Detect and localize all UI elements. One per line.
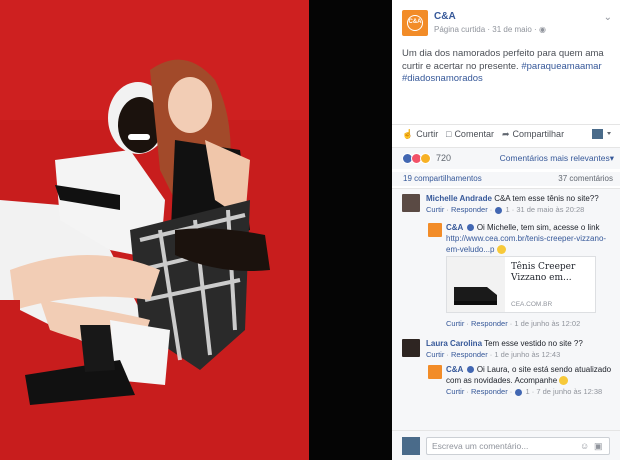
comment-text: Oi Michelle, tem sim, acesse o link: [476, 223, 600, 232]
photo-illustration: [0, 0, 309, 460]
post-header: C&A C&A Página curtida · 31 de maio · ◉ …: [402, 10, 612, 38]
comment-time[interactable]: 1 de junho às 12:43: [494, 350, 560, 359]
comment-text: C&A tem esse tênis no site??: [494, 194, 599, 203]
avatar[interactable]: [402, 194, 420, 212]
comment-time[interactable]: 7 de junho às 12:38: [536, 387, 602, 396]
like-icon: ☝: [402, 129, 414, 139]
comment-meta: Curtir · Responder · 1 de junho às 12:43: [426, 350, 561, 359]
verified-icon: [466, 224, 474, 232]
reply-item: C&A Oi Michelle, tem sim, acesse o link …: [428, 222, 614, 332]
comment-author[interactable]: Michelle Andrade: [426, 194, 492, 203]
share-button[interactable]: ➦ Compartilhar: [502, 129, 564, 140]
comment-reply-link[interactable]: Responder: [451, 350, 488, 359]
action-bar: ☝ Curtir □ Comentar ➦ Compartilhar: [392, 124, 620, 144]
avatar[interactable]: [428, 223, 442, 237]
share-label: Compartilhar: [512, 129, 565, 139]
globe-icon: ◉: [538, 25, 546, 34]
comment-reply-link[interactable]: Responder: [471, 387, 508, 396]
reply-item: C&A Oi Laura, o site está sendo atualiza…: [428, 364, 614, 420]
comment-meta: Curtir · Responder · 1 · 7 de junho às 1…: [446, 387, 603, 396]
share-icon: ➦: [502, 129, 510, 139]
comment-like-link[interactable]: Curtir: [446, 387, 464, 396]
comment-reply-link[interactable]: Responder: [471, 319, 508, 328]
page-avatar[interactable]: C&A: [402, 10, 428, 36]
comment-like-link[interactable]: Curtir: [426, 205, 444, 214]
comment-sort-label: Comentários mais relevantes: [499, 153, 610, 163]
share-as-page-button[interactable]: [592, 128, 614, 140]
link-preview-image: [447, 257, 505, 312]
comment-sort-dropdown[interactable]: Comentários mais relevantes▾: [500, 153, 614, 164]
chevron-down-icon: ▾: [609, 153, 614, 163]
page-name-link[interactable]: C&A: [434, 11, 456, 22]
emoji-icon: [559, 376, 569, 386]
link-preview-domain: CEA.COM.BR: [511, 301, 553, 308]
comment-author[interactable]: C&A: [446, 365, 463, 374]
post-message: Um dia dos namorados perfeito para quem …: [402, 48, 610, 86]
comment-time[interactable]: 31 de maio às 20:28: [516, 205, 584, 214]
like-count-icon: [515, 388, 523, 396]
post-panel: C&A C&A Página curtida · 31 de maio · ◉ …: [392, 0, 620, 460]
comment-button[interactable]: □ Comentar: [446, 129, 494, 139]
photo-viewer-gap: [309, 0, 392, 460]
comments-count[interactable]: 37 comentários: [558, 174, 613, 183]
comment-item: Laura Carolina Tem esse vestido no site …: [402, 338, 614, 366]
shoe-image: [454, 287, 497, 305]
link-preview-title: Tênis Creeper Vizzano em...: [511, 262, 576, 283]
comment-item: Michelle Andrade C&A tem esse tênis no s…: [402, 193, 614, 223]
comment-like-link[interactable]: Curtir: [446, 319, 464, 328]
logo-text: C&A: [407, 15, 423, 31]
post-subtitle: Página curtida · 31 de maio · ◉: [434, 25, 546, 34]
post-photo[interactable]: [0, 0, 309, 460]
comment-like-count: 1: [525, 387, 530, 396]
chevron-down-icon[interactable]: ⌄: [604, 12, 612, 23]
comment-icon: □: [446, 129, 452, 139]
avatar[interactable]: [428, 365, 442, 379]
like-count-icon: [495, 206, 503, 214]
comment-time[interactable]: 1 de junho às 12:02: [514, 319, 580, 328]
camera-icon[interactable]: ▣: [594, 441, 603, 452]
comment-like-count: 1: [505, 205, 510, 214]
avatar: [402, 437, 420, 455]
comment-text: Tem esse vestido no site ??: [484, 339, 583, 348]
emoji-icon: [496, 245, 506, 255]
comment-reply-link[interactable]: Responder: [451, 205, 488, 214]
comment-author[interactable]: C&A: [446, 223, 463, 232]
wow-reaction-icon[interactable]: [420, 153, 431, 164]
comment-composer: Escreva um comentário... ☺ ▣: [392, 430, 620, 460]
comment-meta: Curtir · Responder · 1 · 31 de maio às 2…: [426, 205, 585, 214]
link-preview-card[interactable]: Tênis Creeper Vizzano em... CEA.COM.BR: [446, 256, 596, 313]
like-button[interactable]: ☝ Curtir: [402, 129, 438, 140]
comments-section: Michelle Andrade C&A tem esse tênis no s…: [392, 188, 620, 434]
post-subtitle-text: Página curtida · 31 de maio ·: [434, 25, 537, 34]
comment-author[interactable]: Laura Carolina: [426, 339, 482, 348]
stats-row: 19 compartilhamentos 37 comentários: [392, 172, 620, 186]
comment-like-link[interactable]: Curtir: [426, 350, 444, 359]
verified-icon: [466, 366, 474, 374]
reactions-bar: 720 Comentários mais relevantes▾: [392, 147, 620, 169]
avatar[interactable]: [402, 339, 420, 357]
shares-count[interactable]: 19 compartilhamentos: [403, 174, 482, 183]
comment-label: Comentar: [454, 129, 494, 139]
like-label: Curtir: [416, 129, 439, 139]
reaction-count[interactable]: 720: [436, 153, 451, 163]
comment-link[interactable]: http://www.cea.com.br/tenis-creeper-vizz…: [446, 234, 606, 254]
comment-meta: Curtir · Responder · 1 de junho às 12:02: [446, 319, 581, 328]
emoji-icon[interactable]: ☺: [580, 441, 589, 451]
page-avatar-small-icon: [592, 129, 611, 139]
